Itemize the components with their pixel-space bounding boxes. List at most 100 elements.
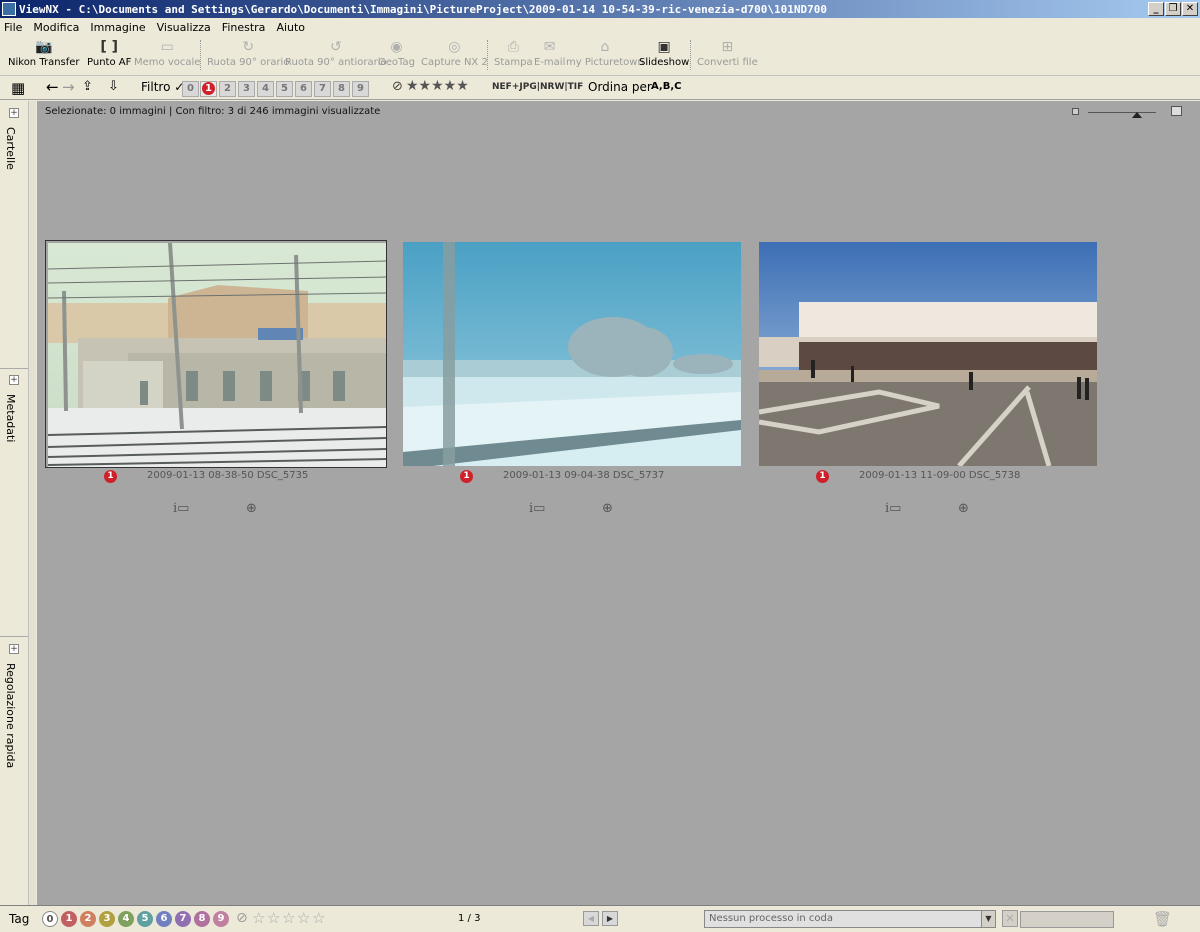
view-mode-grid-icon[interactable]: ▦	[11, 79, 25, 97]
filter-number-5[interactable]: 5	[276, 81, 293, 97]
rotate-ccw-button[interactable]: ↺ Ruota 90° antiorario	[285, 39, 387, 68]
globe-icon[interactable]: ⊕	[958, 501, 969, 516]
tag-1[interactable]: 1	[61, 911, 77, 927]
prev-page-button[interactable]: ◀	[583, 911, 599, 926]
sort-abc-icon[interactable]: A,B,C	[651, 81, 681, 92]
close-button[interactable]: ✕	[1182, 2, 1198, 16]
photo-station-building[interactable]	[48, 243, 386, 467]
menu-finestra[interactable]: Finestra	[222, 21, 266, 34]
filter-number-6[interactable]: 6	[295, 81, 312, 97]
sort-label[interactable]: Ordina per	[588, 80, 652, 94]
filter-number-9[interactable]: 9	[352, 81, 369, 97]
filter-number-2[interactable]: 2	[219, 81, 236, 97]
star-rating-filter[interactable]: ★★★★★	[406, 78, 469, 94]
expand-metadati-icon[interactable]: +	[9, 375, 19, 385]
tag-3[interactable]: 3	[99, 911, 115, 927]
label-badge: 1	[460, 470, 473, 483]
email-button[interactable]: ✉ E-mail	[534, 39, 565, 68]
large-thumb-icon	[1171, 106, 1182, 116]
thumbnail-frame[interactable]	[401, 240, 743, 468]
minimize-button[interactable]: _	[1148, 2, 1164, 16]
tag-9[interactable]: 9	[213, 911, 229, 927]
menu-aiuto[interactable]: Aiuto	[276, 21, 305, 34]
photo-venezia-station[interactable]	[759, 242, 1097, 466]
menu-visualizza[interactable]: Visualizza	[157, 21, 211, 34]
thumbnail-item[interactable]: 1 2009-01-13 09-04-38 DSC_5737 i▭ ⊕	[401, 240, 743, 520]
thumbnail-frame[interactable]	[757, 240, 1099, 468]
window-title: ViewNX - C:\Documents and Settings\Gerar…	[19, 2, 827, 16]
tag-7[interactable]: 7	[175, 911, 191, 927]
tag-5[interactable]: 5	[137, 911, 153, 927]
panel-splitter[interactable]	[28, 101, 36, 905]
star-rating-5[interactable]: ☆	[312, 909, 325, 927]
slideshow-button[interactable]: ▣ Slideshow	[639, 39, 689, 68]
stampa-button[interactable]: ⎙ Stampa	[494, 39, 533, 68]
geotag-button[interactable]: ◉ GeoTag	[378, 39, 415, 68]
star-rating-2[interactable]: ☆	[267, 909, 280, 927]
format-filter[interactable]: NEF+JPG|NRW|TIF	[492, 82, 583, 92]
chevron-down-icon[interactable]: ▼	[981, 911, 995, 927]
cartelle-section[interactable]: + Cartelle	[0, 101, 28, 369]
converti-file-button[interactable]: ⊞ Converti file	[697, 39, 758, 68]
capture-nx2-button[interactable]: ◎ Capture NX 2	[421, 39, 488, 68]
label-badge: 1	[816, 470, 829, 483]
filter-number-1[interactable]: 1	[200, 81, 217, 97]
slider-thumb[interactable]	[1132, 112, 1142, 118]
star-rating-3[interactable]: ☆	[282, 909, 295, 927]
geotag-icon: ◉	[390, 39, 403, 55]
menu-bar: File Modifica Immagine Visualizza Finest…	[0, 18, 1200, 36]
globe-icon[interactable]: ⊕	[246, 501, 257, 516]
forward-arrow-icon[interactable]: →	[62, 78, 75, 96]
thumbnail-frame[interactable]	[45, 240, 387, 468]
download-folder-icon[interactable]: ⇩	[108, 79, 119, 94]
star-rating-1[interactable]: ☆	[252, 909, 265, 927]
up-folder-icon[interactable]: ⇪	[82, 79, 93, 94]
info-icon[interactable]: i▭	[885, 501, 901, 516]
nikon-transfer-button[interactable]: 📷 Nikon Transfer	[8, 39, 80, 68]
voice-memo-icon: ▭	[160, 39, 174, 55]
thumbnail-item[interactable]: 1 2009-01-13 08-38-50 DSC_5735 i▭ ⊕	[45, 240, 387, 520]
tag-2[interactable]: 2	[80, 911, 96, 927]
tag-6[interactable]: 6	[156, 911, 172, 927]
title-bar: ViewNX - C:\Documents and Settings\Gerar…	[0, 0, 1200, 18]
tag-4[interactable]: 4	[118, 911, 134, 927]
expand-cartelle-icon[interactable]: +	[9, 108, 19, 118]
filter-number-4[interactable]: 4	[257, 81, 274, 97]
menu-modifica[interactable]: Modifica	[33, 21, 79, 34]
slider-track[interactable]	[1088, 112, 1156, 113]
no-rating-icon[interactable]: ⊘	[236, 910, 248, 926]
restore-button[interactable]: ❐	[1165, 2, 1181, 16]
cancel-process-button[interactable]: ✕	[1002, 910, 1018, 927]
my-picturetown-button[interactable]: ⌂ my Picturetown	[566, 39, 644, 68]
filter-number-3[interactable]: 3	[238, 81, 255, 97]
menu-file[interactable]: File	[4, 21, 22, 34]
expand-regolazione-icon[interactable]: +	[9, 644, 19, 654]
thumbnail-size-slider[interactable]	[1072, 106, 1182, 118]
star-rating-4[interactable]: ☆	[297, 909, 310, 927]
thumbnail-item[interactable]: 1 2009-01-13 11-09-00 DSC_5738 i▭ ⊕	[757, 240, 1099, 520]
regolazione-label: Regolazione rapida	[4, 663, 17, 769]
regolazione-section[interactable]: + Regolazione rapida	[0, 637, 28, 905]
trash-icon[interactable]: 🗑	[1153, 910, 1172, 928]
filter-number-0[interactable]: 0	[182, 81, 199, 97]
info-icon[interactable]: i▭	[173, 501, 189, 516]
filter-number-8[interactable]: 8	[333, 81, 350, 97]
filter-label[interactable]: Filtro ✓	[141, 80, 184, 94]
no-rating-icon[interactable]: ⊘	[392, 79, 403, 94]
memo-vocale-button[interactable]: ▭ Memo vocale	[134, 39, 200, 68]
back-arrow-icon[interactable]: ←	[46, 78, 59, 96]
process-queue-select[interactable]: Nessun processo in coda ▼	[704, 910, 996, 928]
metadati-section[interactable]: + Metadati	[0, 369, 28, 637]
punto-af-button[interactable]: [ ] Punto AF	[87, 39, 131, 68]
globe-icon[interactable]: ⊕	[602, 501, 613, 516]
filter-number-7[interactable]: 7	[314, 81, 331, 97]
next-page-button[interactable]: ▶	[602, 911, 618, 926]
rotate-cw-button[interactable]: ↻ Ruota 90° orario	[207, 39, 289, 68]
photo-snowy-field[interactable]	[403, 242, 741, 466]
app-icon	[2, 2, 16, 16]
tag-8[interactable]: 8	[194, 911, 210, 927]
tag-0[interactable]: 0	[42, 911, 58, 927]
info-icon[interactable]: i▭	[529, 501, 545, 516]
menu-immagine[interactable]: Immagine	[90, 21, 145, 34]
thumbnail-area: Selezionate: 0 immagini | Con filtro: 3 …	[37, 101, 1200, 905]
